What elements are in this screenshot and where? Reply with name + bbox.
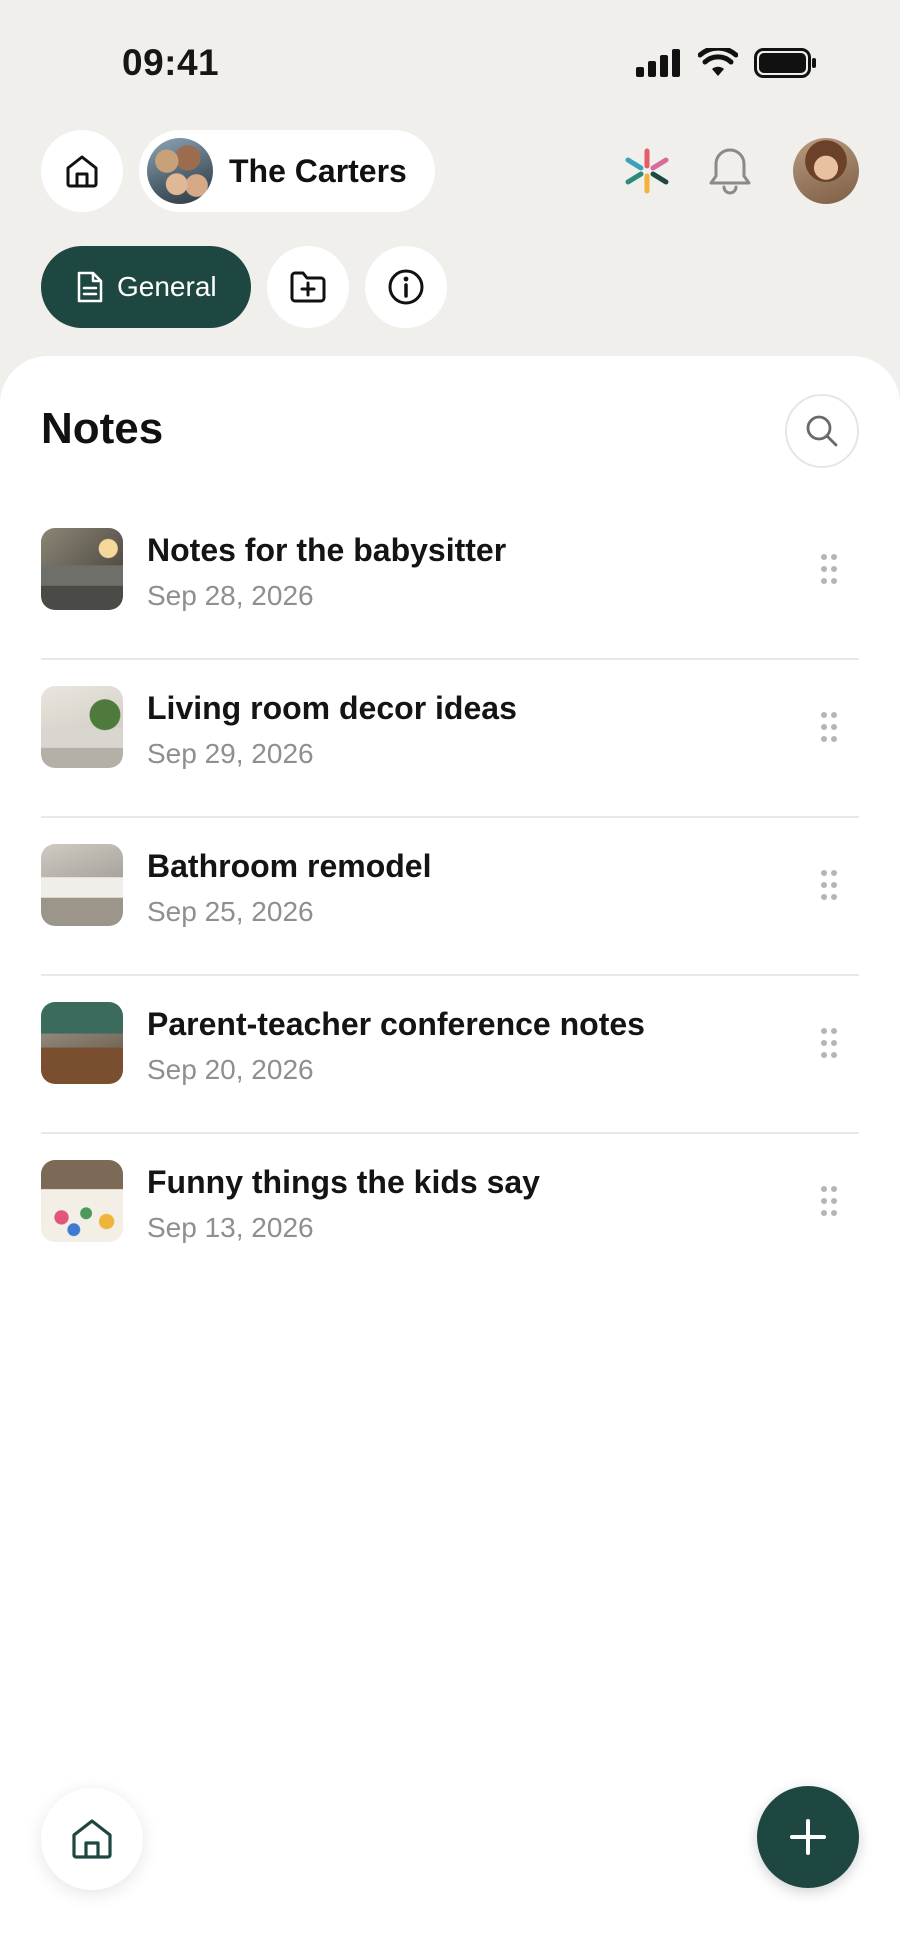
list-item[interactable]: Bathroom remodel Sep 25, 2026 [41, 818, 859, 976]
status-time: 09:41 [122, 42, 220, 83]
cellular-signal-icon [636, 49, 680, 77]
home-icon [66, 155, 98, 188]
document-icon [77, 271, 103, 303]
info-button[interactable] [365, 246, 447, 328]
page-title: Notes [41, 404, 164, 453]
bottom-home-button[interactable] [41, 1788, 143, 1890]
header-row: The Carters [41, 130, 859, 212]
header-actions [623, 130, 859, 212]
folder-plus-icon [290, 271, 326, 303]
drag-handle-icon[interactable] [819, 1184, 839, 1218]
plus-icon [790, 1819, 826, 1855]
add-note-button[interactable] [757, 1786, 859, 1888]
note-date: Sep 28, 2026 [147, 580, 314, 611]
note-date: Sep 20, 2026 [147, 1054, 314, 1085]
note-list: Notes for the babysitter Sep 28, 2026 Li… [41, 502, 859, 1292]
search-icon [806, 415, 838, 447]
search-button[interactable] [785, 394, 859, 468]
tab-general[interactable]: General [41, 246, 251, 328]
list-item[interactable]: Parent-teacher conference notes Sep 20, … [41, 976, 859, 1134]
drag-handle-icon[interactable] [819, 710, 839, 744]
list-item[interactable]: Living room decor ideas Sep 29, 2026 [41, 660, 859, 818]
note-title: Living room decor ideas [147, 690, 517, 726]
note-date: Sep 13, 2026 [147, 1212, 314, 1243]
sparkle-icon[interactable] [623, 147, 671, 195]
note-thumbnail [41, 528, 123, 610]
family-switcher[interactable]: The Carters [139, 130, 435, 212]
note-thumbnail [41, 844, 123, 926]
list-item[interactable]: Notes for the babysitter Sep 28, 2026 [41, 502, 859, 660]
info-icon [388, 269, 424, 305]
note-thumbnail [41, 686, 123, 768]
drag-handle-icon[interactable] [819, 868, 839, 902]
battery-icon [754, 48, 816, 78]
note-date: Sep 29, 2026 [147, 738, 314, 769]
notes-sheet: Notes Notes for the babysitter Sep 28, 2… [0, 356, 900, 1956]
new-folder-button[interactable] [267, 246, 349, 328]
wifi-icon [698, 48, 738, 76]
note-thumbnail [41, 1160, 123, 1242]
drag-handle-icon[interactable] [819, 552, 839, 586]
note-title: Notes for the babysitter [147, 532, 507, 568]
note-title: Bathroom remodel [147, 848, 432, 884]
tab-general-label: General [117, 271, 217, 302]
user-avatar[interactable] [793, 138, 859, 204]
family-avatar [147, 138, 213, 204]
note-title: Funny things the kids say [147, 1164, 540, 1200]
status-icons [636, 48, 818, 78]
family-name: The Carters [229, 152, 407, 189]
bell-icon[interactable] [707, 146, 753, 196]
note-title: Parent-teacher conference notes [147, 1006, 645, 1042]
status-bar: 09:41 [0, 0, 900, 130]
home-button[interactable] [41, 130, 123, 212]
note-thumbnail [41, 1002, 123, 1084]
list-item[interactable]: Funny things the kids say Sep 13, 2026 [41, 1134, 859, 1292]
drag-handle-icon[interactable] [819, 1026, 839, 1060]
home-icon [72, 1819, 112, 1859]
note-date: Sep 25, 2026 [147, 896, 314, 927]
